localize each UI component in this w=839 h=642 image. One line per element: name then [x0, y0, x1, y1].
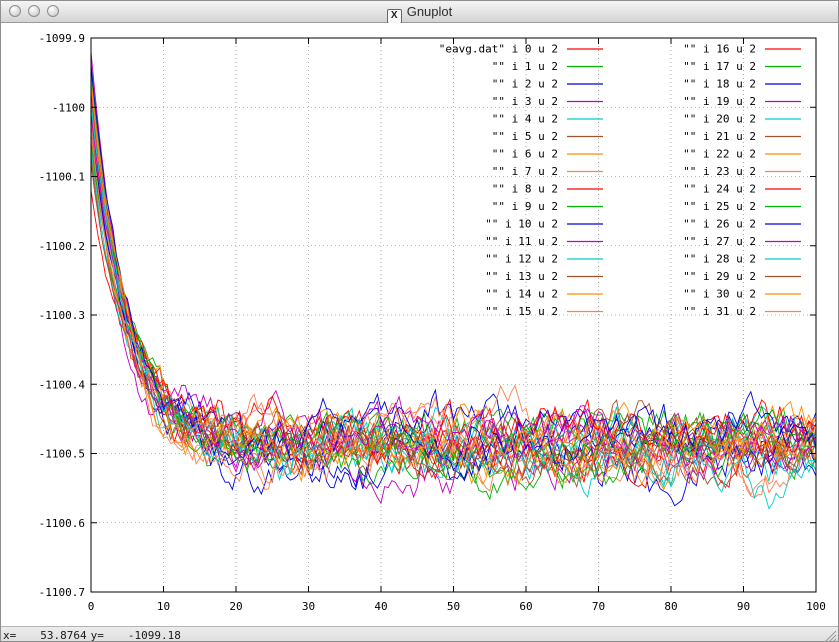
svg-text:100: 100	[806, 600, 826, 613]
svg-text:"" i 18 u 2: "" i 18 u 2	[683, 78, 756, 91]
gnuplot-window: X Gnuplot 0 10 20 30 40 50 60 70 80 90 100 -1099.9 -1…	[0, 0, 839, 642]
svg-text:-1100.1: -1100.1	[39, 171, 85, 184]
svg-text:"" i 12 u 2: "" i 12 u 2	[485, 253, 558, 266]
window-title-text: Gnuplot	[407, 4, 453, 19]
resize-grip-icon	[824, 630, 837, 642]
svg-text:"" i 30 u 2: "" i 30 u 2	[683, 288, 756, 301]
cursor-x-value: 53.8764	[40, 629, 86, 642]
svg-text:"" i 29 u 2: "" i 29 u 2	[683, 270, 756, 283]
svg-text:40: 40	[374, 600, 387, 613]
svg-text:60: 60	[519, 600, 532, 613]
svg-text:"" i 25 u 2: "" i 25 u 2	[683, 200, 756, 213]
x11-app-icon: X	[387, 9, 402, 24]
svg-text:"" i 16 u 2: "" i 16 u 2	[683, 43, 756, 56]
svg-text:"" i 27 u 2: "" i 27 u 2	[683, 235, 756, 248]
chart-canvas[interactable]: 0 10 20 30 40 50 60 70 80 90 100 -1099.9 -1100 -1100.…	[1, 23, 839, 626]
svg-text:"" i 5 u 2: "" i 5 u 2	[492, 130, 558, 143]
svg-text:50: 50	[447, 600, 460, 613]
legend: "eavg.dat" i 0 u 2 "" i 1 u 2 "" i 2 u 2 ""…	[439, 43, 801, 319]
plot-area: 0 10 20 30 40 50 60 70 80 90 100 -1099.9 -1100 -1100.…	[1, 23, 838, 626]
svg-text:"eavg.dat" i 0 u 2: "eavg.dat" i 0 u 2	[439, 43, 558, 56]
svg-text:"" i 24 u 2: "" i 24 u 2	[683, 183, 756, 196]
svg-text:-1100.5: -1100.5	[39, 448, 85, 461]
title-bar[interactable]: X Gnuplot	[1, 1, 838, 23]
svg-text:"" i 15 u 2: "" i 15 u 2	[485, 305, 558, 318]
svg-text:"" i 2 u 2: "" i 2 u 2	[492, 78, 558, 91]
svg-text:20: 20	[229, 600, 242, 613]
svg-text:"" i 23 u 2: "" i 23 u 2	[683, 165, 756, 178]
svg-text:-1100.7: -1100.7	[39, 586, 85, 599]
svg-text:"" i 1 u 2: "" i 1 u 2	[492, 60, 558, 73]
svg-text:30: 30	[302, 600, 315, 613]
svg-text:-1100.4: -1100.4	[39, 378, 86, 391]
svg-text:"" i 26 u 2: "" i 26 u 2	[683, 218, 756, 231]
svg-text:"" i 21 u 2: "" i 21 u 2	[683, 130, 756, 143]
svg-text:"" i 19 u 2: "" i 19 u 2	[683, 95, 756, 108]
svg-text:"" i 22 u 2: "" i 22 u 2	[683, 148, 756, 161]
window-title: X Gnuplot	[1, 1, 838, 22]
resize-grip[interactable]	[824, 630, 837, 642]
svg-text:80: 80	[664, 600, 677, 613]
svg-text:"" i 9 u 2: "" i 9 u 2	[492, 200, 558, 213]
cursor-y-value: -1099.18	[128, 629, 181, 642]
svg-text:-1100.6: -1100.6	[39, 517, 85, 530]
cursor-x-label: x=	[3, 629, 16, 642]
cursor-y-label: y=	[91, 629, 104, 642]
svg-text:"" i 10 u 2: "" i 10 u 2	[485, 218, 558, 231]
svg-text:-1100: -1100	[52, 101, 85, 114]
svg-text:"" i 8 u 2: "" i 8 u 2	[492, 183, 558, 196]
svg-text:"" i 6 u 2: "" i 6 u 2	[492, 148, 558, 161]
svg-text:"" i 14 u 2: "" i 14 u 2	[485, 288, 558, 301]
svg-text:"" i 3 u 2: "" i 3 u 2	[492, 95, 558, 108]
svg-text:10: 10	[157, 600, 170, 613]
svg-text:"" i 20 u 2: "" i 20 u 2	[683, 113, 756, 126]
svg-text:"" i 7 u 2: "" i 7 u 2	[492, 165, 558, 178]
svg-text:-1100.2: -1100.2	[39, 240, 85, 253]
svg-text:"" i 11 u 2: "" i 11 u 2	[485, 235, 558, 248]
status-bar: x= 53.8764 y= -1099.18	[1, 626, 838, 642]
svg-text:"" i 13 u 2: "" i 13 u 2	[485, 270, 558, 283]
svg-text:0: 0	[88, 600, 95, 613]
svg-text:"" i 28 u 2: "" i 28 u 2	[683, 253, 756, 266]
svg-text:-1100.3: -1100.3	[39, 309, 85, 322]
svg-text:"" i 17 u 2: "" i 17 u 2	[683, 60, 756, 73]
svg-text:70: 70	[592, 600, 605, 613]
svg-text:-1099.9: -1099.9	[39, 32, 85, 45]
svg-text:"" i 31 u 2: "" i 31 u 2	[683, 305, 756, 318]
svg-text:90: 90	[737, 600, 750, 613]
svg-text:"" i 4 u 2: "" i 4 u 2	[492, 113, 558, 126]
